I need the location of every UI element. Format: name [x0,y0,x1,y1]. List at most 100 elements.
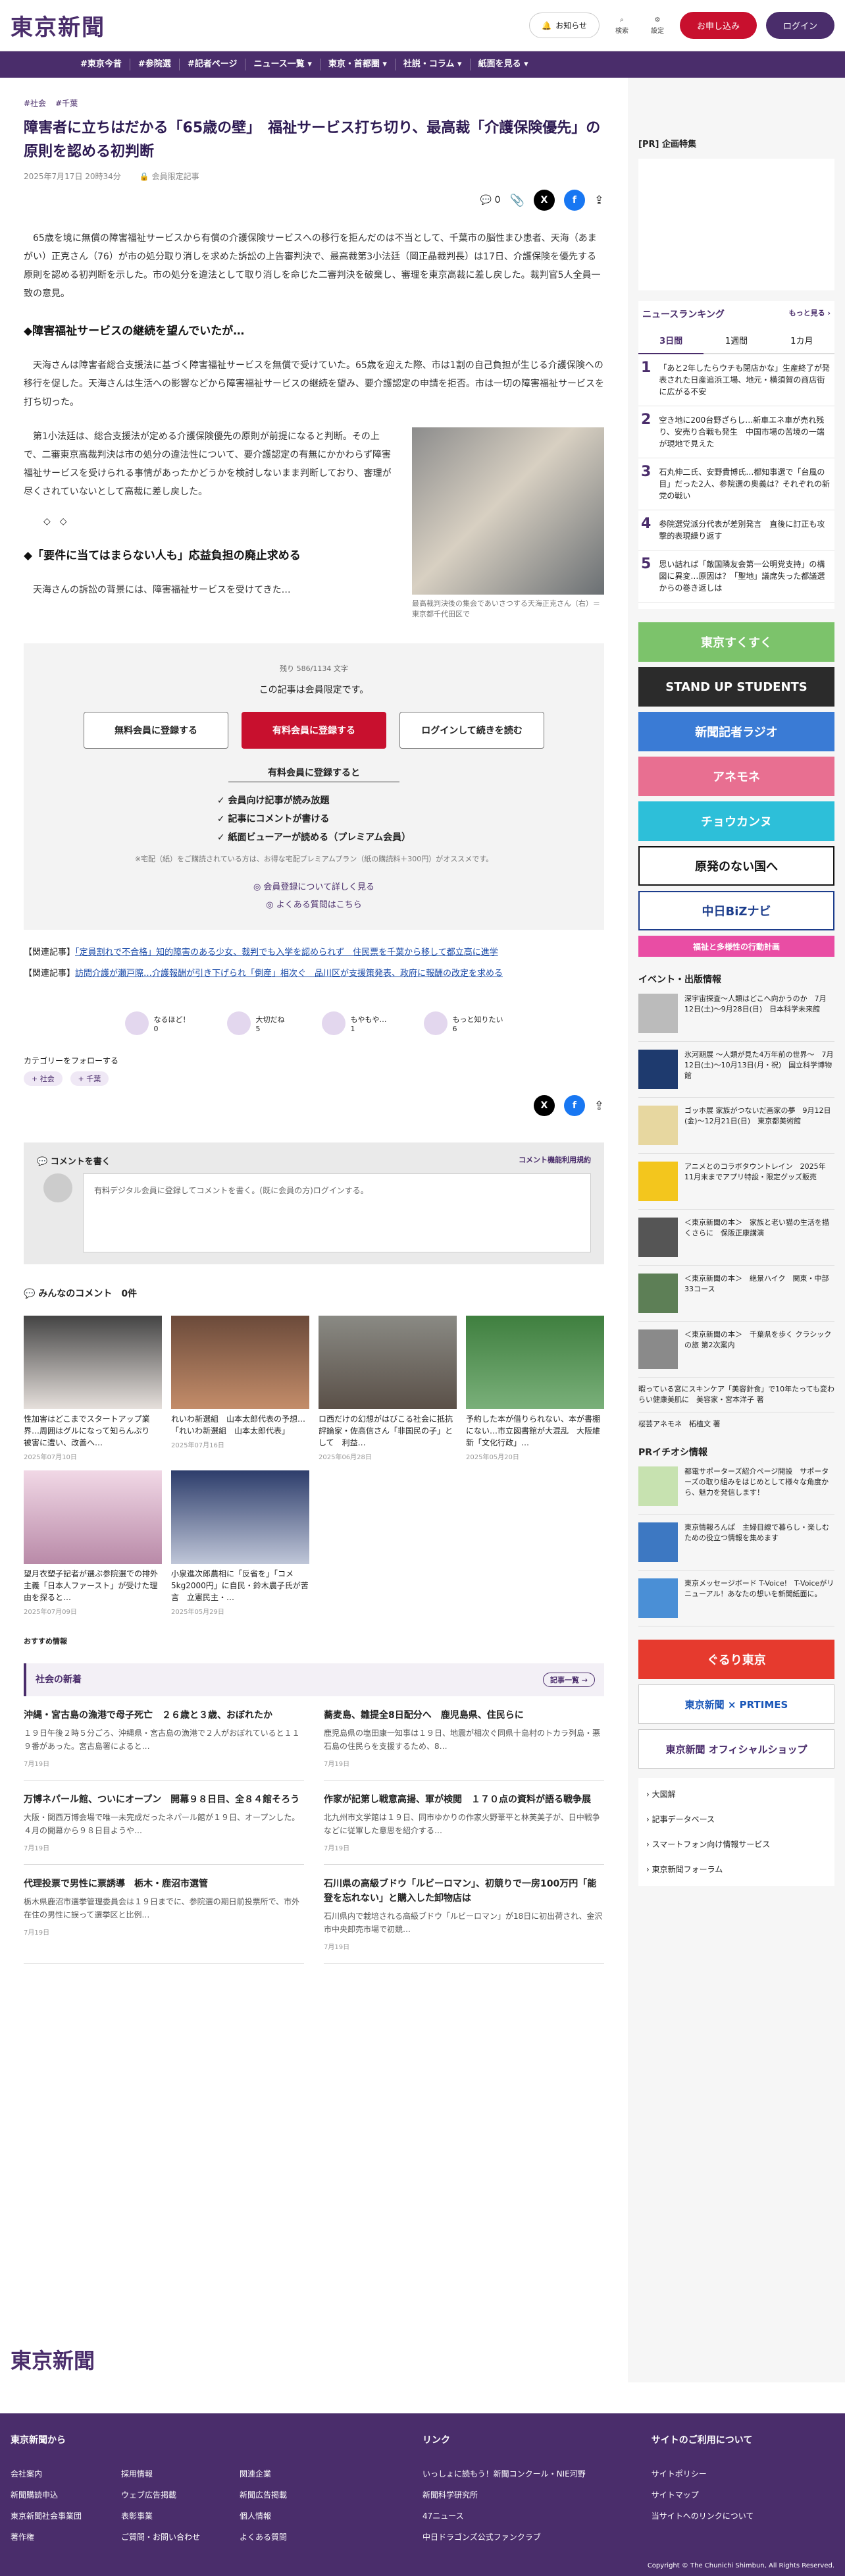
register-button[interactable]: お申し込み [679,12,757,39]
side-link[interactable]: › 大図解 [646,1782,827,1807]
tag-link[interactable]: #千葉 [55,97,78,109]
footer-link[interactable]: 中日ドラゴンズ公式ファンクラブ [423,2527,652,2548]
banner[interactable]: 新聞記者ラジオ [638,712,834,751]
banner[interactable]: 福祉と多様性の行動計画 [638,936,834,957]
footer-link[interactable]: 47ニュース [423,2506,652,2527]
banner-gururi[interactable]: ぐるり東京 [638,1640,834,1679]
reaction-moyamoya[interactable]: もやもや… 1 [321,1011,387,1035]
facebook-share-icon[interactable]: f [563,190,585,211]
news-item[interactable]: 蕎麦島、雛提全8日配分へ 鹿児島県、住民らに 鹿児島県の塩田康一知事は１９日、地震… [324,1696,604,1781]
nav-item[interactable]: 社説・コラム ▾ [396,59,471,70]
share-icon[interactable]: ⇪ [594,194,604,207]
banner[interactable]: アネモネ [638,757,834,796]
reaction-motto[interactable]: もっと知りたい 6 [423,1011,503,1035]
banner[interactable]: 原発のない国へ [638,846,834,886]
article-photo[interactable] [412,427,604,595]
footer-link[interactable]: いっしょに読もう！新聞コンクール・NIE河野 [423,2463,652,2484]
x-share-icon[interactable]: X [533,1095,555,1116]
share-icon[interactable]: ⇪ [594,1099,604,1113]
banner-shop[interactable]: 東京新聞 オフィシャルショップ [638,1729,834,1769]
footer-link[interactable]: 新聞購読申込 [11,2484,82,2506]
article-card[interactable]: 望月衣塑子記者が選ぶ参院選での排外主義「日本人ファースト」が受けた理由を探ると…… [24,1470,162,1616]
footer-link[interactable]: 新聞科学研究所 [423,2484,652,2506]
banner[interactable]: STAND UP STUDENTS [638,667,834,707]
site-logo[interactable]: 東京新聞 [11,9,105,41]
banner-prtimes[interactable]: 東京新聞 × PRTIMES [638,1684,834,1724]
footer-link[interactable]: サイトマップ [652,2484,834,2506]
reaction-naruhodo[interactable]: なるほど！ 0 [124,1011,190,1035]
banner[interactable]: 中日BiZナビ [638,891,834,930]
footer-link[interactable]: 採用情報 [121,2463,200,2484]
article-card[interactable]: ロ西だけの幻想がはびこる社会に抵抗 評論家・佐高信さん「非国民の子」として 利益… [319,1316,461,1461]
paid-register-button[interactable]: 有料会員に登録する [242,712,386,749]
nav-item[interactable]: #記者ページ [180,59,246,70]
notice-button[interactable]: 🔔 お知らせ [529,13,600,38]
x-share-icon[interactable]: X [533,190,555,211]
ranking-item[interactable]: 2 空き地に200台野ざらし…新車エネ車が売れ残り、安売り合戦も発生 中国市場の苦… [638,406,834,458]
settings-button[interactable]: ⚙ 設定 [644,16,671,35]
related-item[interactable]: 【関連記事】「定員割れで不合格」知的障害のある少女、裁判でも入学を認められず 住… [24,944,604,961]
event-item[interactable]: アニメとのコラボタウントレイン 2025年11月末までアプリ特設・限定グッズ販売 [638,1154,834,1210]
tab-1month[interactable]: 1カ月 [769,327,834,354]
footer-link[interactable]: よくある質問 [240,2527,287,2548]
comment-count[interactable]: 💬 0 [480,195,501,205]
ranking-item[interactable]: 4 参院選党派分代表が差別発言 直後に訂正も攻撃的表現繰り返す [638,510,834,550]
event-item[interactable]: ＜東京新聞の本＞ 絶景ハイク 関東・中部33コース [638,1266,834,1322]
reaction-taisetsu[interactable]: 大切だね 5 [226,1011,285,1035]
tab-1week[interactable]: 1週間 [704,327,769,354]
related-link[interactable]: 訪問介護が瀬戸際…介護報酬が引き下げられ「倒産」相次ぐ 品川区が支援策発表、政府… [75,969,503,979]
footer-link[interactable]: 著作権 [11,2527,82,2548]
nav-item[interactable]: 紙面を見る ▾ [471,59,536,70]
related-link[interactable]: 「定員割れで不合格」知的障害のある少女、裁判でも入学を認められず 住民票を千葉か… [75,948,498,957]
tag-link[interactable]: #社会 [24,97,46,109]
membership-info-link[interactable]: ◎ 会員登録について詳しく見る [50,880,578,892]
news-item[interactable]: 万博ネパール館、ついにオープン 開幕９８日目、全８４館そろう 大阪・関西万博会場で… [24,1781,304,1865]
footer-link[interactable]: サイトポリシー [652,2463,834,2484]
nav-item[interactable]: ニュース一覧 ▾ [245,59,320,70]
footer-link[interactable]: 関連企業 [240,2463,287,2484]
login-button[interactable]: ログイン [765,12,834,39]
comment-input[interactable]: 有料デジタル会員に登録してコメントを書く。(既に会員の方)ログインする。 [83,1173,591,1252]
news-item[interactable]: 作家が記第し戦意高揚、軍が検閲 １７０点の資料が語る戦争展 北九州市文学館は１９日… [324,1781,604,1865]
event-item[interactable]: ゴッホ展 家族がつないだ画家の夢 9月12日(金)〜12月21日(日) 東京都美… [638,1098,834,1154]
footer-link[interactable]: 新聞広告掲載 [240,2484,287,2506]
login-continue-button[interactable]: ログインして続きを読む [399,712,544,749]
comment-rules-link[interactable]: コメント機能利用規約 [519,1154,591,1167]
search-button[interactable]: ⌕ 検索 [609,16,635,35]
footer-link[interactable]: 東京新聞社会事業団 [11,2506,82,2527]
side-link[interactable]: › 記事データベース [646,1807,827,1832]
footer-link[interactable]: 個人情報 [240,2506,287,2527]
banner[interactable]: チョウカンヌ [638,801,834,841]
follow-chip[interactable]: + 千葉 [70,1071,109,1086]
side-link[interactable]: › 東京新聞フォーラム [646,1857,827,1882]
nav-item[interactable]: 東京・首都圏 ▾ [320,59,396,70]
ranking-item[interactable]: 5 思い詰れば「敵国隣友会第一公明党支持」の構図に異変…原因は？「聖地」議席失った… [638,550,834,603]
tab-3days[interactable]: 3日間 [638,327,704,354]
related-item[interactable]: 【関連記事】訪問介護が瀬戸際…介護報酬が引き下げられ「倒産」相次ぐ 品川区が支援… [24,965,604,982]
event-item[interactable]: 深宇宙探査〜人類はどこへ向かうのか 7月12日(土)〜9月28日(日) 日本科学… [638,986,834,1042]
ranking-more-link[interactable]: もっと見る › [789,308,831,321]
article-card[interactable]: 小泉進次郎農相に「反省を」「コメ5kg2000円」に自民・鈴木農子氏が苦言 立憲… [171,1470,309,1616]
footer-link[interactable]: 会社案内 [11,2463,82,2484]
news-item[interactable]: 沖縄・宮古島の漁港で母子死亡 ２６歳と３歳、おぼれたか １９日午後２時５分ごろ、沖… [24,1696,304,1781]
footer-link[interactable]: 当サイトへのリンクについて [652,2506,834,2527]
ranking-item[interactable]: 3 石丸伸二氏、安野貴博氏…都知事選で「台風の目」だった2人、参院選の奥義は？それ… [638,458,834,510]
side-link[interactable]: › スマートフォン向け情報サービス [646,1832,827,1857]
pr-item[interactable]: 東京情報ろんぱ 主婦目線で暮らし・楽しむための役立つ情報を集めます [638,1515,834,1570]
faq-link[interactable]: ◎ よくある質問はこちら [50,898,578,910]
free-register-button[interactable]: 無料会員に登録する [84,712,228,749]
footer-link[interactable]: ご質問・お問い合わせ [121,2527,200,2548]
nav-item[interactable]: #参院選 [130,59,180,70]
follow-chip[interactable]: + 社会 [24,1071,63,1086]
ranking-item[interactable]: 1 「あと2年したらウチも閉店かな」生産終了が発表された日産追浜工場、地元・横須賀… [638,354,834,406]
article-card[interactable]: 予約した本が借りられない、本が書棚にない…市立図書館が大混乱 大阪維新「文化行政… [466,1316,604,1461]
event-item[interactable]: ＜東京新聞の本＞ 家族と老い猫の生活を描くさらに 保阪正康講演 [638,1210,834,1266]
footer-link[interactable]: ウェブ広告掲載 [121,2484,200,2506]
pr-item[interactable]: 東京メッセージボード T-Voice! T-Voiceがリニューアル！あなたの想… [638,1570,834,1626]
article-card[interactable]: れいわ新選組 山本太郎代表の予想…「れいわ新選組 山本太郎代表」 2025年07月… [171,1316,309,1461]
society-more-link[interactable]: 記事一覧 → [542,1673,595,1687]
event-item[interactable]: 氷河期展 〜人類が見た4万年前の世界〜 7月12日(土)〜10月13日(月・祝)… [638,1042,834,1098]
event-item[interactable]: ＜東京新聞の本＞ 千葉県を歩く クラシックの旅 第2次案内 [638,1322,834,1378]
footer-logo[interactable]: 東京新聞 [11,2344,95,2375]
footer-link[interactable]: 表彰事業 [121,2506,200,2527]
